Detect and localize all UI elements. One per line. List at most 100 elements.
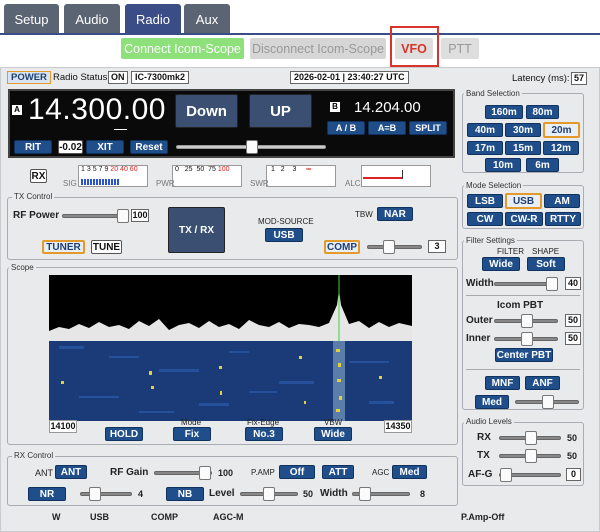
band-6m[interactable]: 6m	[526, 158, 559, 172]
nr-knob[interactable]	[89, 487, 101, 501]
audio-rx-value: 50	[567, 433, 578, 443]
notch-med-button[interactable]: Med	[475, 395, 509, 409]
mod-source-button[interactable]: USB	[265, 228, 303, 242]
band-15m[interactable]: 15m	[505, 141, 541, 155]
pbt-inner-knob[interactable]	[521, 332, 533, 346]
pbt-outer-slider[interactable]	[494, 314, 558, 328]
notch-slider[interactable]	[515, 395, 579, 409]
mode-usb[interactable]: USB	[505, 193, 542, 209]
band-17m[interactable]: 17m	[467, 141, 503, 155]
alc-label: ALC	[345, 179, 361, 188]
disconnect-scope-button[interactable]: Disconnect Icom-Scope	[250, 38, 386, 59]
mode-lsb[interactable]: LSB	[467, 194, 503, 208]
band-30m[interactable]: 30m	[505, 123, 541, 137]
pbt-outer-knob[interactable]	[521, 314, 533, 328]
shape-button[interactable]: Soft	[527, 257, 565, 271]
audio-rx-slider[interactable]	[499, 431, 561, 445]
pamp-button[interactable]: Off	[279, 465, 315, 479]
vbw-label: VBW	[324, 418, 343, 427]
pbt-inner-label: Inner	[466, 333, 491, 344]
mode-cw[interactable]: CW	[467, 212, 503, 226]
xit-button[interactable]: XIT	[86, 140, 124, 154]
up-button[interactable]: UP	[249, 94, 312, 128]
att-button[interactable]: ATT	[322, 465, 354, 479]
audio-tx-knob[interactable]	[525, 449, 537, 463]
fix-edge-button[interactable]: No.3	[245, 427, 283, 441]
hold-button[interactable]: HOLD	[105, 427, 143, 441]
mode-cw-r[interactable]: CW-R	[505, 212, 543, 226]
filter-width-knob[interactable]	[546, 277, 558, 291]
center-pbt-button[interactable]: Center PBT	[495, 348, 553, 362]
rit-button[interactable]: RIT	[14, 140, 52, 154]
nb-width-value: 8	[420, 489, 426, 499]
audio-afg-knob[interactable]	[500, 468, 512, 482]
tuner-button[interactable]: TUNER	[42, 240, 85, 254]
ant-button[interactable]: ANT	[55, 465, 87, 479]
vfo-button[interactable]: VFO	[395, 38, 433, 59]
rf-power-knob[interactable]	[117, 209, 129, 223]
tab-radio[interactable]: Radio	[125, 4, 181, 34]
mnf-button[interactable]: MNF	[485, 376, 520, 390]
tx-rx-button[interactable]: TX / RX	[168, 207, 225, 253]
status-pamp: P.Amp-Off	[461, 512, 505, 522]
nb-width-knob[interactable]	[359, 487, 371, 501]
vbw-button[interactable]: Wide	[314, 427, 352, 441]
audio-afg-slider[interactable]	[499, 468, 561, 482]
rit-slider[interactable]	[176, 140, 326, 154]
tab-aux[interactable]: Aux	[184, 4, 230, 34]
rit-slider-knob[interactable]	[246, 140, 258, 154]
band-40m[interactable]: 40m	[467, 123, 503, 137]
agc-button[interactable]: Med	[392, 465, 427, 479]
a-b-button[interactable]: A / B	[327, 121, 365, 135]
comp-button[interactable]: COMP	[324, 240, 360, 254]
band-10m[interactable]: 10m	[485, 158, 521, 172]
band-20m[interactable]: 20m	[543, 122, 580, 138]
comp-knob[interactable]	[383, 240, 395, 254]
mode-rtty[interactable]: RTTY	[545, 212, 581, 226]
scope-mode-button[interactable]: Fix	[173, 427, 211, 441]
filter-button[interactable]: Wide	[482, 257, 520, 271]
audio-rx-knob[interactable]	[525, 431, 537, 445]
power-button[interactable]: POWER	[7, 71, 51, 84]
pbt-outer-label: Outer	[466, 315, 493, 326]
filter-width-slider[interactable]	[494, 277, 558, 291]
rf-power-slider[interactable]	[62, 209, 129, 223]
comp-value: 3	[428, 240, 446, 253]
mod-source-label: MOD-SOURCE	[258, 217, 314, 226]
audio-rx-label: RX	[477, 432, 491, 443]
audio-tx-slider[interactable]	[499, 449, 561, 463]
rf-power-value: 100	[131, 209, 149, 222]
vfo-b-label: B	[330, 102, 340, 112]
freq-cursor	[114, 129, 127, 130]
nb-level-slider[interactable]	[240, 487, 298, 501]
tune-button[interactable]: TUNE	[91, 240, 122, 254]
ptt-button[interactable]: PTT	[441, 38, 479, 59]
nr-button[interactable]: NR	[28, 487, 66, 501]
nb-level-knob[interactable]	[263, 487, 275, 501]
nr-slider[interactable]	[80, 487, 132, 501]
nb-button[interactable]: NB	[166, 487, 204, 501]
band-80m[interactable]: 80m	[526, 105, 559, 119]
mode-am[interactable]: AM	[544, 194, 580, 208]
tab-audio[interactable]: Audio	[64, 4, 120, 34]
connect-scope-button[interactable]: Connect Icom-Scope	[121, 38, 244, 59]
pbt-inner-slider[interactable]	[494, 332, 558, 346]
filter-width-value: 40	[565, 277, 581, 290]
comp-slider[interactable]	[367, 240, 422, 254]
reset-button[interactable]: Reset	[130, 140, 168, 154]
tab-underline	[0, 33, 600, 35]
split-button[interactable]: SPLIT	[409, 121, 447, 135]
nb-width-slider[interactable]	[352, 487, 410, 501]
band-12m[interactable]: 12m	[543, 141, 579, 155]
rf-gain-slider[interactable]	[154, 466, 212, 480]
rf-gain-knob[interactable]	[199, 466, 211, 480]
anf-button[interactable]: ANF	[525, 376, 560, 390]
a-equals-b-button[interactable]: A=B	[368, 121, 406, 135]
tbw-button[interactable]: NAR	[377, 207, 413, 221]
scope-legend: Scope	[9, 263, 36, 272]
band-160m[interactable]: 160m	[485, 105, 523, 119]
tab-setup[interactable]: Setup	[4, 4, 59, 34]
status-agc: AGC-M	[213, 512, 244, 522]
notch-knob[interactable]	[542, 395, 554, 409]
down-button[interactable]: Down	[175, 94, 238, 128]
